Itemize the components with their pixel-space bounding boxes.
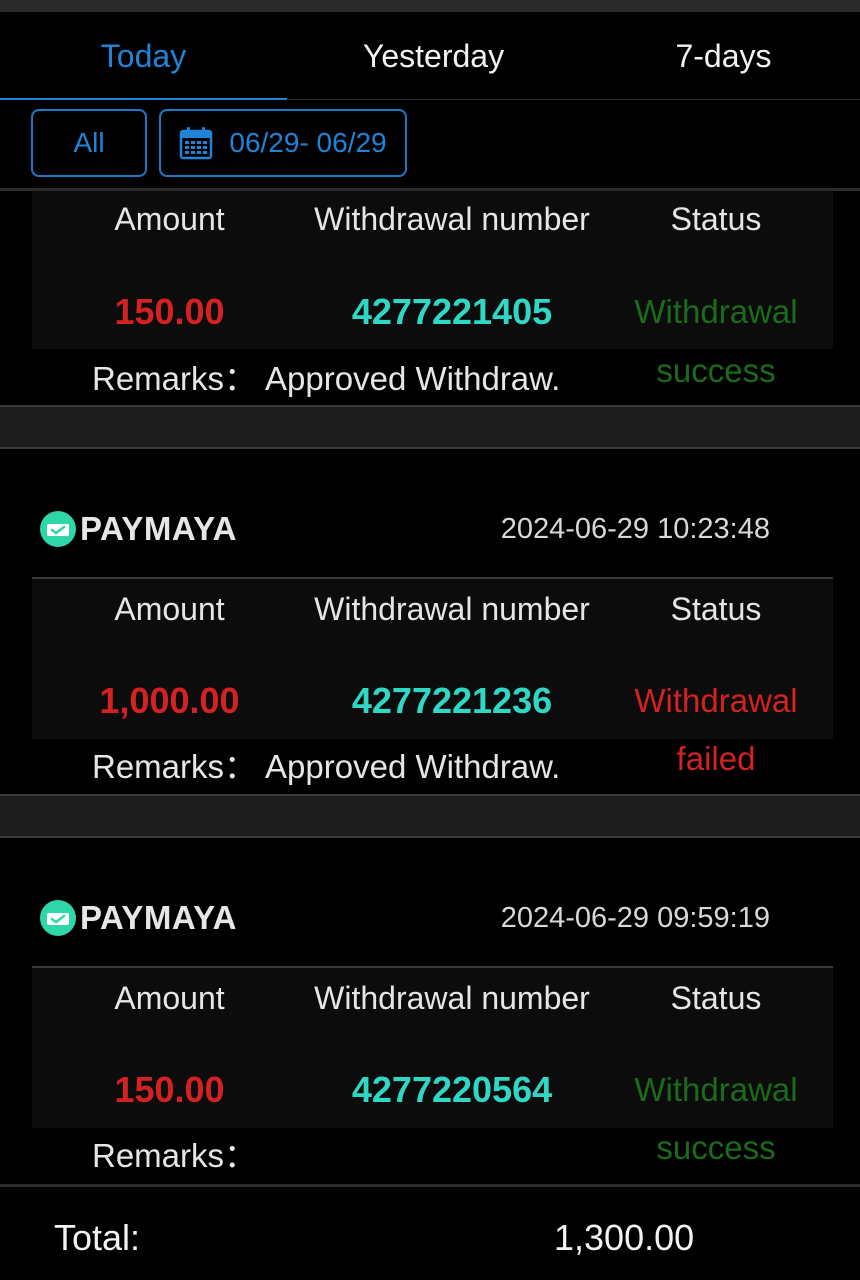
total-value: 1,300.00: [554, 1217, 695, 1258]
status-value-line2: failed: [676, 740, 756, 777]
status-value-line2: success: [656, 352, 776, 389]
status-value: Withdrawal: [634, 682, 798, 719]
total-bar: Total: 1,300.00: [0, 1184, 860, 1280]
filter-bar: All 06/29- 06/29: [0, 100, 860, 188]
withdrawal-number-value: 4277221405: [351, 291, 553, 332]
top-edge: [0, 0, 860, 12]
record-table: Amount Withdrawal number Status 1,000.00…: [32, 579, 833, 739]
status-value: Withdrawal: [634, 1071, 798, 1108]
record-table: Amount Withdrawal number Status 150.00 4…: [32, 191, 833, 349]
status-value-line2: success: [656, 1129, 776, 1166]
remarks: Remarks： Approved Withdraw.: [92, 740, 560, 788]
record-table: Amount Withdrawal number Status 150.00 4…: [32, 968, 833, 1128]
status-header: Status: [670, 591, 762, 627]
calendar-icon: [180, 127, 213, 160]
withdrawal-number-value: 4277220564: [351, 1069, 553, 1110]
withdrawal-record[interactable]: Amount Withdrawal number Status 150.00 4…: [0, 191, 860, 407]
record-timestamp: 2024-06-29 09:59:19: [500, 901, 770, 934]
payment-method-name: PAYMAYA: [80, 899, 237, 936]
record-header: PAYMAYA 2024-06-29 09:59:19: [40, 888, 770, 948]
date-range-button[interactable]: 06/29- 06/29: [159, 109, 407, 177]
paymaya-icon: [40, 511, 76, 547]
payment-method: PAYMAYA: [40, 899, 237, 937]
record-header: PAYMAYA 2024-06-29 10:23:48: [40, 499, 770, 559]
status-header: Status: [670, 201, 762, 237]
remarks: Remarks： Approved Withdraw.: [92, 352, 560, 400]
amount-value: 150.00: [114, 291, 225, 332]
amount-header: Amount: [114, 980, 225, 1016]
tab-yesterday[interactable]: Yesterday: [290, 12, 577, 100]
payment-method-name: PAYMAYA: [80, 510, 237, 547]
amount-value: 150.00: [114, 1069, 225, 1110]
amount-value: 1,000.00: [99, 680, 240, 721]
type-filter-label: All: [73, 127, 105, 158]
tab-today[interactable]: Today: [0, 12, 287, 102]
remarks-label: Remarks：: [92, 748, 258, 785]
remarks-label: Remarks：: [92, 360, 258, 397]
payment-method: PAYMAYA: [40, 510, 237, 548]
status-header: Status: [670, 980, 762, 1016]
withdrawal-number-header: Withdrawal number: [314, 980, 590, 1016]
tab-7-days[interactable]: 7-days: [580, 12, 860, 100]
record-separator: [0, 405, 860, 449]
record-timestamp: 2024-06-29 10:23:48: [500, 512, 770, 545]
period-tabs: Today Yesterday 7-days: [0, 12, 860, 102]
withdrawal-record[interactable]: PAYMAYA 2024-06-29 09:59:19 Amount Withd…: [0, 838, 860, 1184]
paymaya-icon: [40, 900, 76, 936]
date-range-label: 06/29- 06/29: [229, 127, 387, 158]
remarks: Remarks：: [92, 1129, 265, 1177]
withdrawal-number-header: Withdrawal number: [314, 591, 590, 627]
type-filter-button[interactable]: All: [31, 109, 147, 177]
record-separator: [0, 794, 860, 838]
total-label: Total:: [54, 1217, 141, 1258]
status-value: Withdrawal: [634, 293, 798, 330]
remarks-label: Remarks：: [92, 1137, 258, 1174]
withdrawal-number-header: Withdrawal number: [314, 201, 590, 237]
amount-header: Amount: [114, 591, 225, 627]
remarks-value: Approved Withdraw.: [265, 748, 561, 785]
withdrawal-number-value: 4277221236: [351, 680, 553, 721]
remarks-value: Approved Withdraw.: [265, 360, 561, 397]
amount-header: Amount: [114, 201, 225, 237]
withdrawal-record[interactable]: PAYMAYA 2024-06-29 10:23:48 Amount Withd…: [0, 449, 860, 795]
